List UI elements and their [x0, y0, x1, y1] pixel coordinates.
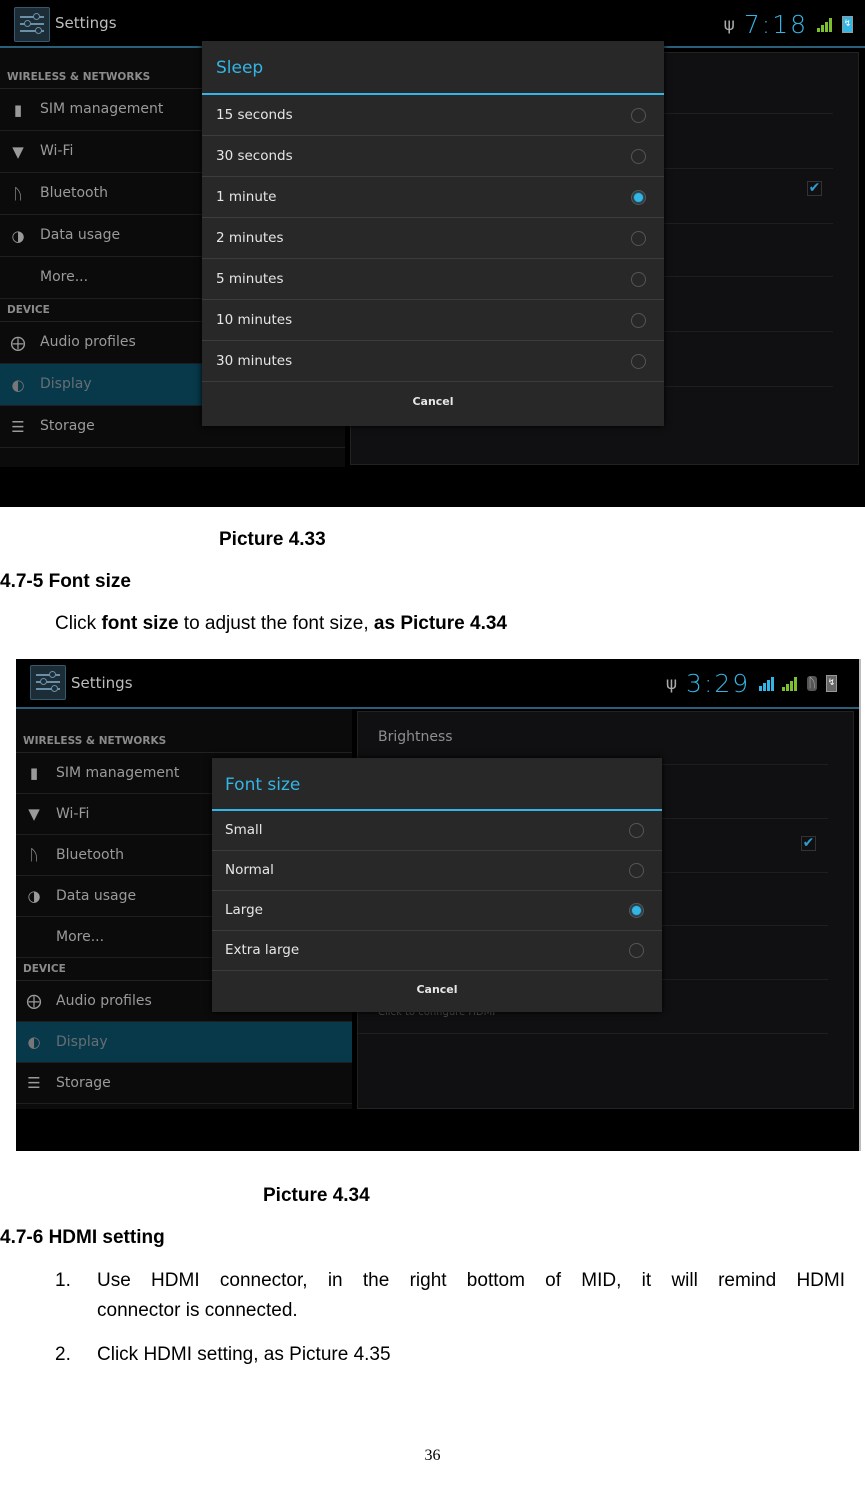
signal-icon: [817, 17, 833, 32]
status-bar: ψ 3:29 ᚢ ↯: [666, 669, 837, 698]
option-30-seconds[interactable]: 30 seconds: [202, 136, 664, 177]
action-bar: Settings ψ 3:29 ᚢ ↯: [16, 659, 859, 709]
data-usage-icon: ◑: [27, 887, 41, 905]
sidebar-item-storage[interactable]: ☰ Storage: [16, 1063, 352, 1104]
radio-button[interactable]: [631, 313, 646, 328]
settings-app-icon[interactable]: [30, 665, 66, 700]
cancel-button[interactable]: Cancel: [202, 382, 664, 432]
sidebar-item-label: Display: [40, 376, 92, 392]
radio-button[interactable]: [631, 149, 646, 164]
list-item-text: Use HDMI connector, in the right bottom …: [97, 1270, 845, 1291]
option-2-minutes[interactable]: 2 minutes: [202, 218, 664, 259]
option-10-minutes[interactable]: 10 minutes: [202, 300, 664, 341]
radio-button[interactable]: [631, 272, 646, 287]
font-size-dialog: Font size Small Normal Large Extra large…: [212, 758, 662, 1012]
sim-icon: ▮: [29, 764, 39, 782]
battery-charging-icon: ↯: [842, 16, 853, 33]
figure-caption: Picture 4.33: [219, 529, 326, 550]
option-large[interactable]: Large: [212, 891, 662, 931]
brightness-setting[interactable]: Brightness: [378, 729, 453, 745]
screenshot-sleep-dialog: Settings ψ 7:18 ↯ WIRELESS & NETWORKS ▮ S…: [0, 0, 865, 507]
radio-button[interactable]: [631, 354, 646, 369]
display-icon: ◐: [27, 1033, 41, 1051]
option-normal[interactable]: Normal: [212, 851, 662, 891]
radio-button[interactable]: [631, 108, 646, 123]
screenshot-font-size-dialog: Settings ψ 3:29 ᚢ ↯ WIRELESS & NETWORKS …: [16, 659, 861, 1151]
sidebar-item-display[interactable]: ◐ Display: [16, 1022, 352, 1063]
storage-icon: ☰: [27, 1074, 41, 1092]
option-1-minute[interactable]: 1 minute: [202, 177, 664, 218]
checkbox-checked[interactable]: ✔: [801, 836, 816, 851]
usb-icon: ψ: [665, 673, 678, 694]
data-usage-icon: ◑: [11, 226, 25, 245]
mobile-data-e-icon: [759, 676, 775, 691]
page-number: 36: [424, 1447, 441, 1464]
option-30-minutes[interactable]: 30 minutes: [202, 341, 664, 382]
option-extra-large[interactable]: Extra large: [212, 931, 662, 971]
radio-button[interactable]: [629, 943, 644, 958]
radio-button[interactable]: [629, 823, 644, 838]
audio-profiles-icon: ⨁: [10, 333, 26, 352]
wifi-icon: ▼: [28, 805, 40, 823]
app-title: Settings: [55, 14, 117, 32]
sidebar-item-label: Wi-Fi: [40, 143, 74, 159]
radio-button[interactable]: [631, 231, 646, 246]
sidebar-item-label: Audio profiles: [40, 334, 136, 350]
radio-button-selected[interactable]: [629, 903, 644, 918]
audio-profiles-icon: ⨁: [26, 992, 42, 1010]
dialog-title: Sleep: [202, 41, 664, 95]
sidebar-item-label: Bluetooth: [40, 185, 108, 201]
clock: 7:18: [743, 10, 808, 39]
sim-icon: ▮: [13, 100, 23, 119]
usb-icon: ψ: [723, 14, 735, 35]
display-icon: ◐: [11, 375, 25, 394]
bluetooth-icon: ᚢ: [807, 676, 817, 691]
list-item-text: Click HDMI setting, as Picture 4.35: [97, 1344, 391, 1365]
dialog-title: Font size: [212, 758, 662, 811]
battery-charging-icon: ↯: [826, 675, 837, 692]
settings-app-icon[interactable]: [14, 7, 50, 42]
clock: 3:29: [686, 669, 751, 698]
list-item-text-continued: connector is connected.: [97, 1300, 298, 1321]
paragraph: Click font size to adjust the font size,…: [55, 613, 507, 634]
app-title: Settings: [71, 674, 133, 692]
option-5-minutes[interactable]: 5 minutes: [202, 259, 664, 300]
option-15-seconds[interactable]: 15 seconds: [202, 95, 664, 136]
section-heading: 4.7-6 HDMI setting: [0, 1227, 165, 1248]
figure-caption: Picture 4.34: [263, 1185, 370, 1206]
bluetooth-icon: ᚢ: [13, 184, 23, 203]
radio-button-selected[interactable]: [631, 190, 646, 205]
signal-icon: [782, 676, 798, 691]
cancel-button[interactable]: Cancel: [212, 971, 662, 1009]
wifi-icon: ▼: [12, 142, 24, 161]
radio-button[interactable]: [629, 863, 644, 878]
list-item-number: 2.: [55, 1344, 71, 1365]
section-heading: 4.7-5 Font size: [0, 571, 131, 592]
sidebar-item-label: SIM management: [40, 101, 164, 117]
sidebar-item-label: Storage: [40, 418, 95, 434]
sidebar-item-label: Data usage: [40, 227, 121, 243]
checkbox-checked[interactable]: ✔: [807, 181, 822, 196]
status-bar: ψ 7:18 ↯: [724, 10, 853, 39]
bluetooth-icon: ᚢ: [29, 846, 39, 864]
sleep-dialog: Sleep 15 seconds 30 seconds 1 minute 2 m…: [202, 41, 664, 426]
storage-icon: ☰: [11, 417, 25, 436]
list-item-number: 1.: [55, 1270, 71, 1291]
sidebar-item-label: More...: [40, 269, 89, 285]
option-small[interactable]: Small: [212, 811, 662, 851]
section-header-wireless: WIRELESS & NETWORKS: [16, 730, 352, 753]
